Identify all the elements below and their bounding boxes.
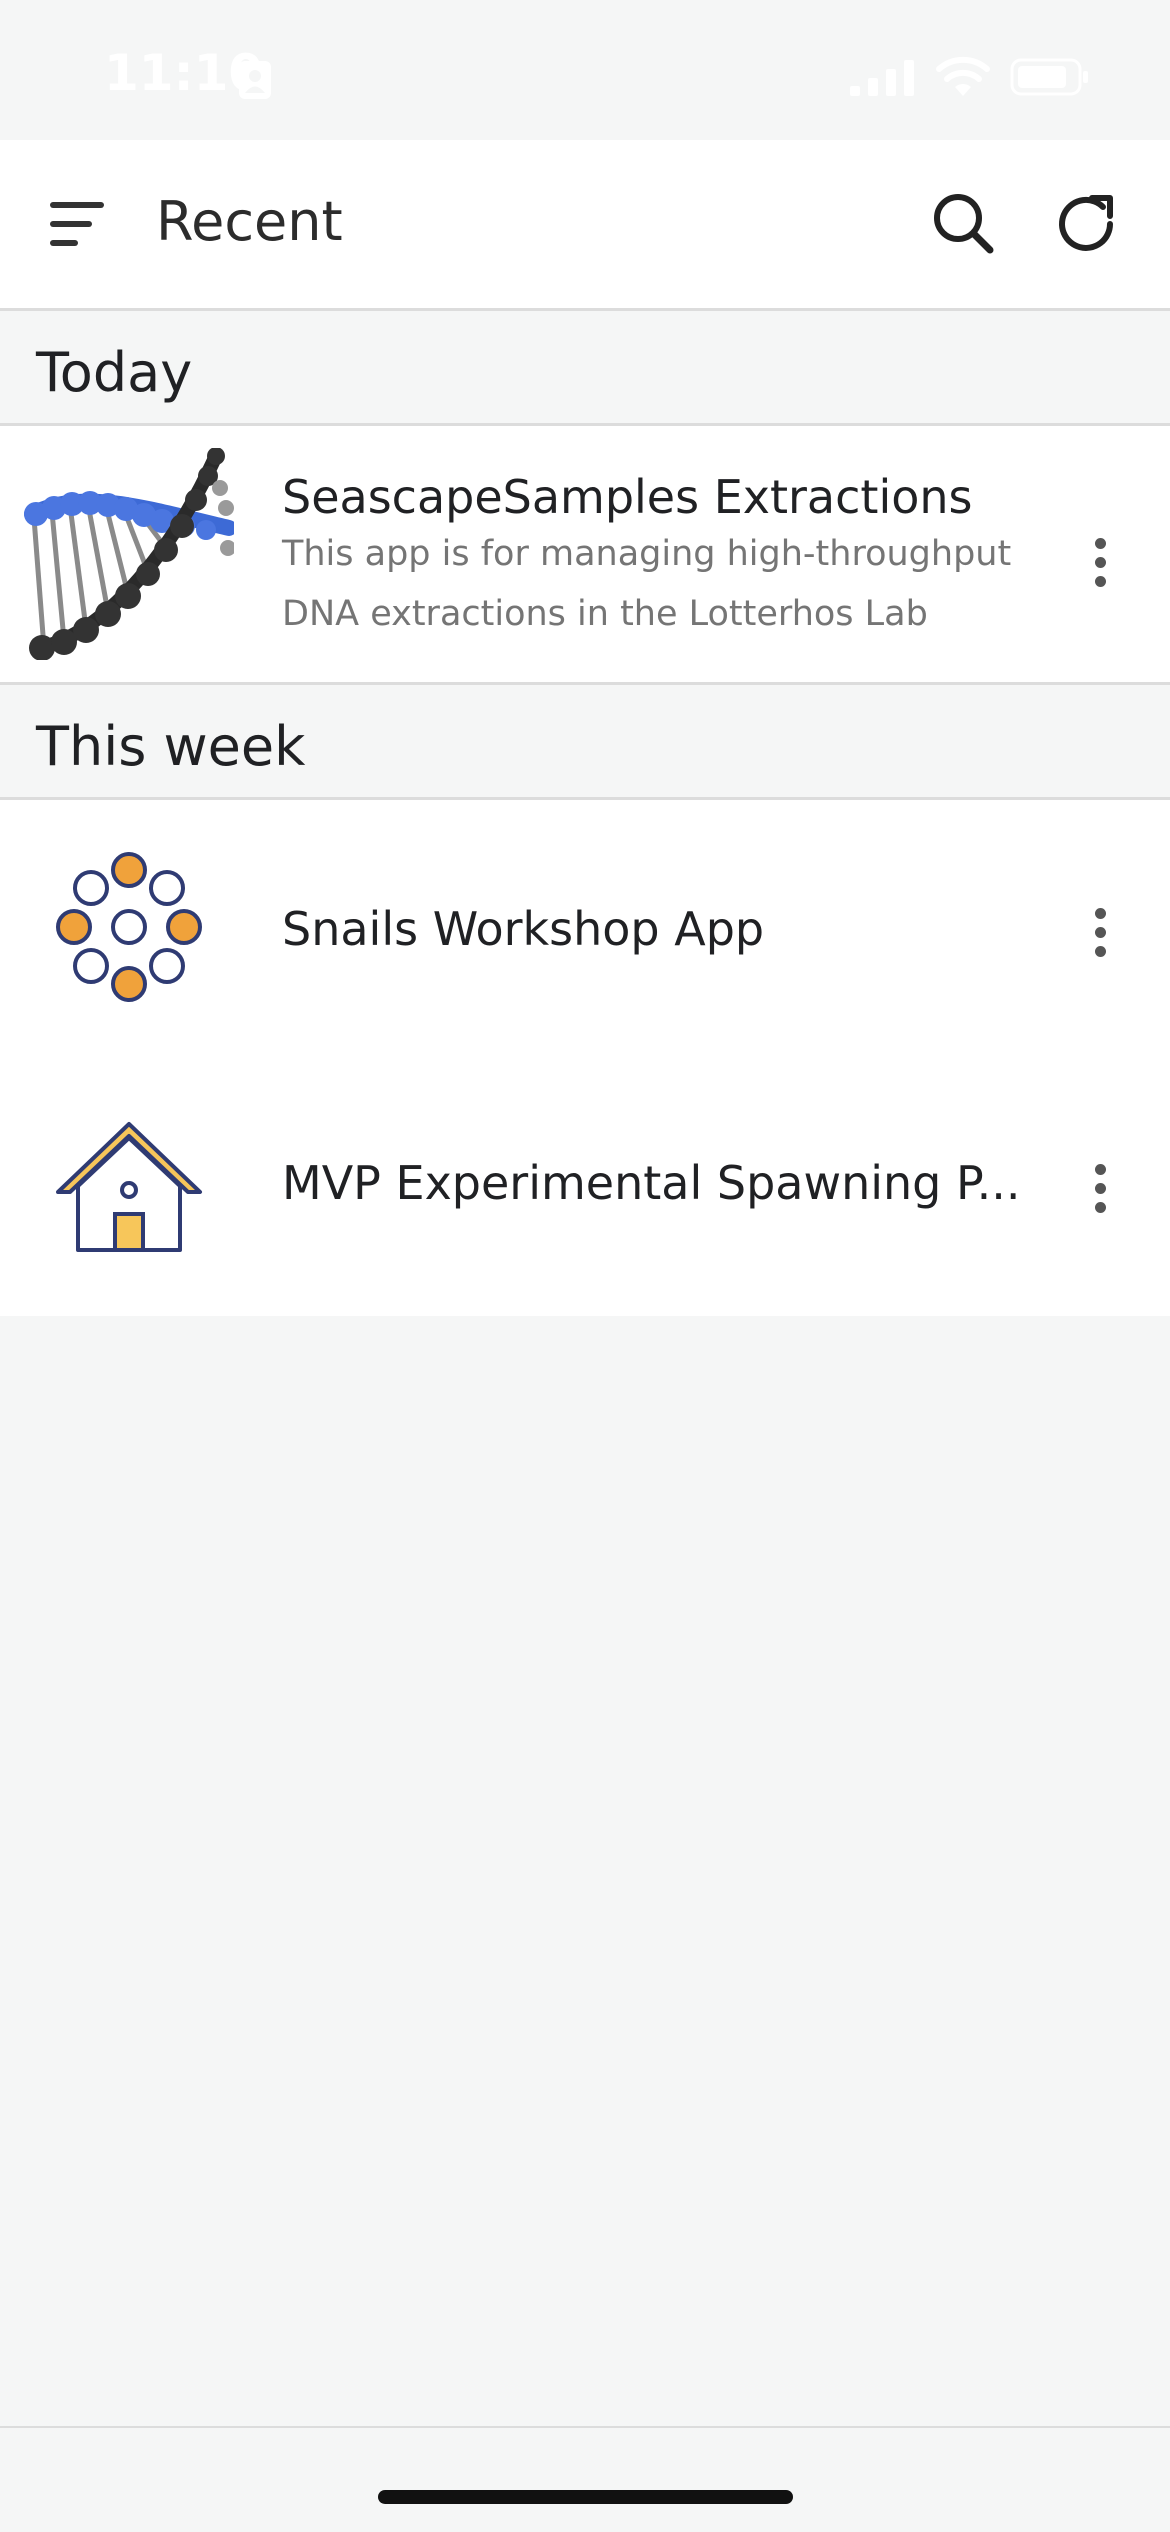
more-vert-icon (1080, 1154, 1120, 1213)
refresh-icon (1059, 195, 1113, 251)
list-item[interactable]: MVP Experimental Spawning P... (0, 1058, 1170, 1316)
status-bar: 11:10 (0, 0, 1170, 140)
search-button[interactable] (924, 184, 1004, 264)
cellular-signal-icon (850, 60, 914, 96)
section-header-this-week: This week (0, 685, 1170, 800)
list-item[interactable]: SeascapeSamples Extractions This app is … (0, 426, 1170, 685)
list-item-title: MVP Experimental Spawning P... (282, 1156, 1021, 1210)
app-screen: 11:10 Recent Today SeascapeSamples Extra… (0, 0, 1170, 2532)
circle-dots-icon (56, 852, 202, 1002)
section-title: Today (36, 341, 193, 404)
bottom-divider (0, 2426, 1170, 2428)
search-icon (934, 194, 994, 254)
wifi-icon (936, 56, 990, 96)
list-item-description: This app is for managing high-throughput… (282, 534, 1012, 634)
more-vert-icon (1080, 898, 1120, 957)
list-item[interactable]: Snails Workshop App (0, 800, 1170, 1058)
more-options-button[interactable] (1080, 528, 1120, 608)
page-title: Recent (156, 190, 343, 253)
house-icon (56, 1122, 202, 1252)
refresh-button[interactable] (1048, 184, 1128, 264)
top-app-bar: Recent (0, 140, 1170, 311)
list-item-title: SeascapeSamples Extractions (282, 470, 973, 524)
dna-helix-image (24, 448, 234, 660)
more-vert-icon (1080, 528, 1120, 587)
battery-icon (1010, 58, 1088, 96)
more-options-button[interactable] (1080, 1154, 1120, 1234)
section-header-today: Today (0, 311, 1170, 426)
section-title: This week (36, 715, 306, 778)
home-indicator[interactable] (378, 2490, 793, 2504)
person-badge-icon (239, 61, 271, 99)
list-item-title: Snails Workshop App (282, 902, 765, 956)
more-options-button[interactable] (1080, 898, 1120, 978)
sort-menu-button[interactable] (36, 188, 120, 260)
sort-menu-icon (50, 202, 104, 246)
